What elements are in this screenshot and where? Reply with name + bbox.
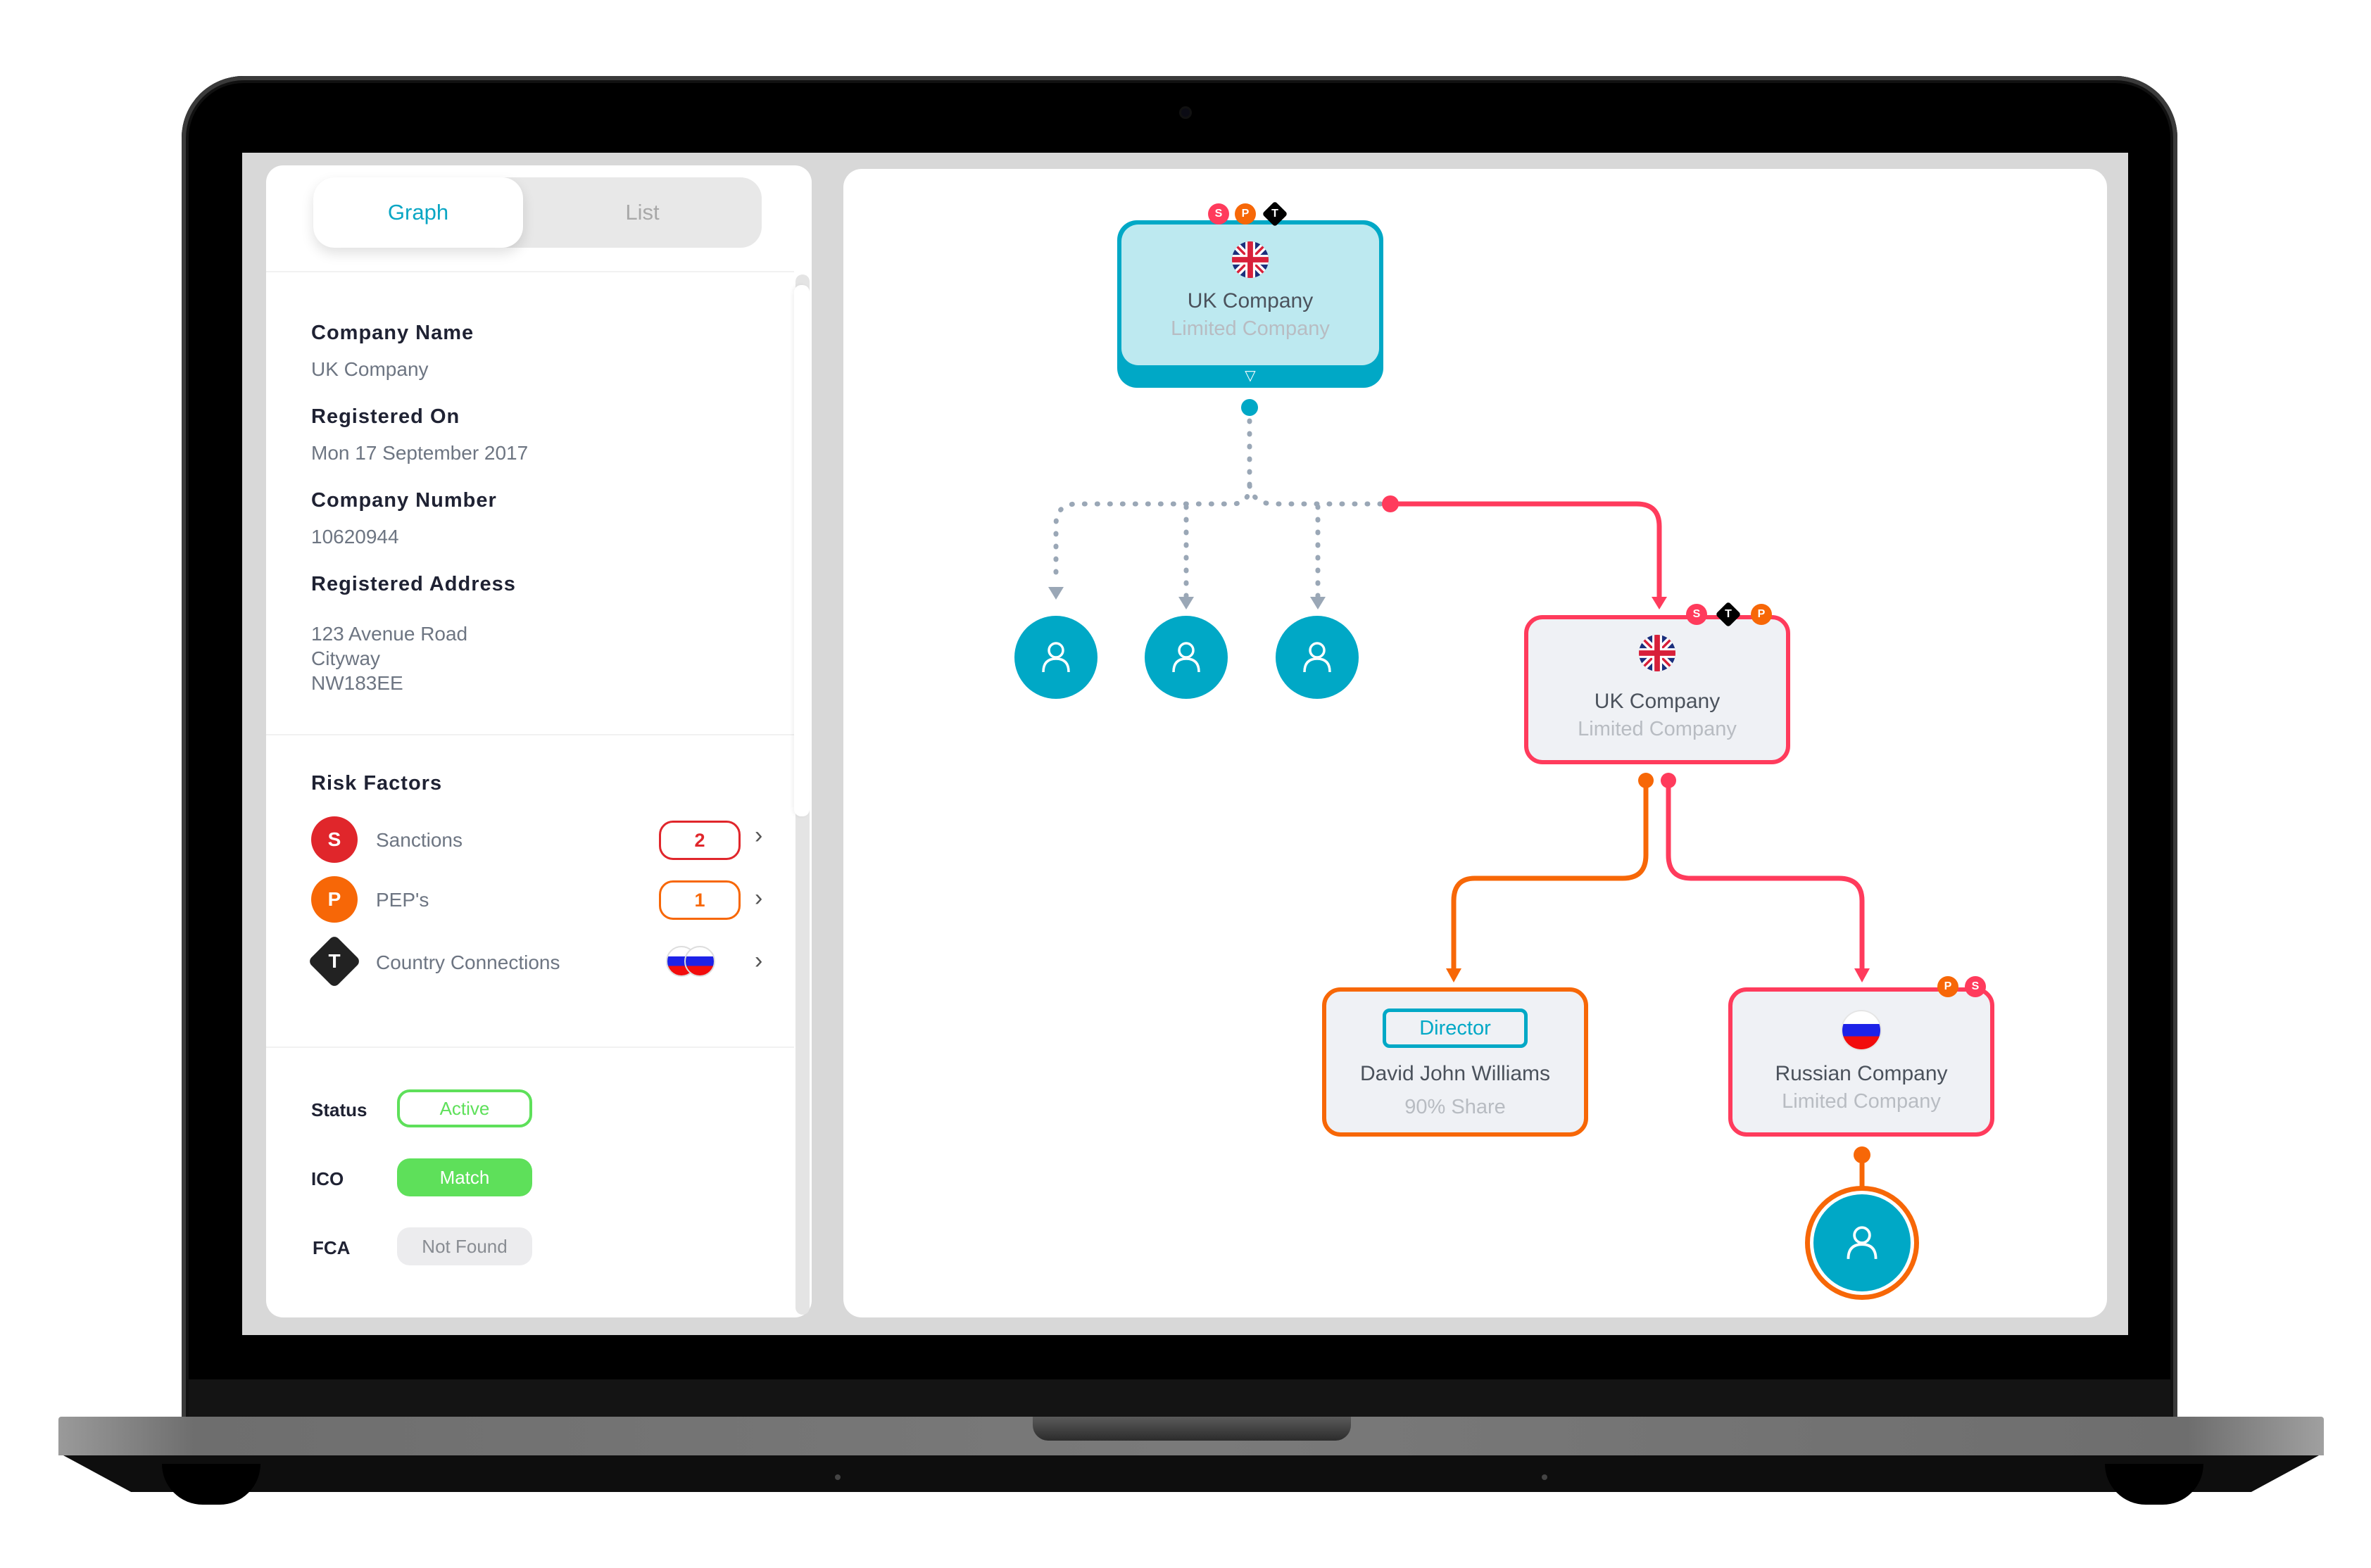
person-node-highlighted[interactable] xyxy=(1813,1194,1911,1291)
node-russian-company[interactable]: Russian Company Limited Company xyxy=(1728,987,1994,1137)
person-icon xyxy=(1303,642,1331,673)
director-role-badge: Director xyxy=(1383,1009,1528,1048)
person-node[interactable] xyxy=(1145,616,1228,699)
person-icon xyxy=(1172,642,1200,673)
uk-flag-icon xyxy=(1639,635,1675,671)
node-root-title: UK Company xyxy=(1187,289,1314,312)
pep-badge-icon: P xyxy=(1751,604,1772,625)
connector-russian-company xyxy=(1666,780,1865,970)
expand-triangle-icon[interactable]: ▽ xyxy=(1238,367,1262,384)
node-russian-subtitle: Limited Company xyxy=(1782,1090,1941,1113)
connector-child-company xyxy=(1390,501,1662,598)
pep-badge-icon: P xyxy=(1235,203,1256,225)
person-icon xyxy=(1042,642,1070,673)
russia-flag-icon xyxy=(1842,1011,1880,1049)
country-badge-letter: T xyxy=(1271,208,1278,220)
node-root-subtitle: Limited Company xyxy=(1171,317,1330,340)
connector-root-right xyxy=(1247,483,1390,507)
pep-badge-icon: P xyxy=(1937,976,1958,997)
node-director[interactable]: Director David John Williams 90% Share xyxy=(1322,987,1588,1137)
sanction-badge-icon: S xyxy=(1686,604,1707,625)
node-child-subtitle: Limited Company xyxy=(1578,718,1737,740)
uk-flag-icon xyxy=(1232,241,1269,278)
person-node[interactable] xyxy=(1276,616,1359,699)
director-share: 90% Share xyxy=(1404,1096,1506,1118)
arrow-child-company xyxy=(1652,597,1667,609)
person-icon xyxy=(1847,1226,1878,1259)
node-child-title: UK Company xyxy=(1594,690,1721,713)
node-child-company[interactable]: UK Company Limited Company xyxy=(1524,615,1790,764)
node-root-company[interactable]: UK Company Limited Company ▽ xyxy=(1117,220,1383,388)
director-name: David John Williams xyxy=(1359,1062,1551,1085)
arrow-russian-company xyxy=(1854,968,1870,982)
arrow-person-3 xyxy=(1310,597,1326,609)
country-badge-letter: T xyxy=(1725,608,1732,620)
arrow-person-2 xyxy=(1178,597,1194,609)
sanction-badge-icon: S xyxy=(1965,976,1986,997)
person-node[interactable] xyxy=(1014,616,1098,699)
root-connector-dot xyxy=(1241,399,1258,416)
node-russian-title: Russian Company xyxy=(1775,1062,1948,1085)
arrow-director xyxy=(1446,968,1461,982)
sanction-badge-icon: S xyxy=(1208,203,1229,225)
connector-director xyxy=(1451,780,1649,970)
connector-root-trunk xyxy=(1053,405,1252,587)
arrow-person-1 xyxy=(1048,587,1064,600)
